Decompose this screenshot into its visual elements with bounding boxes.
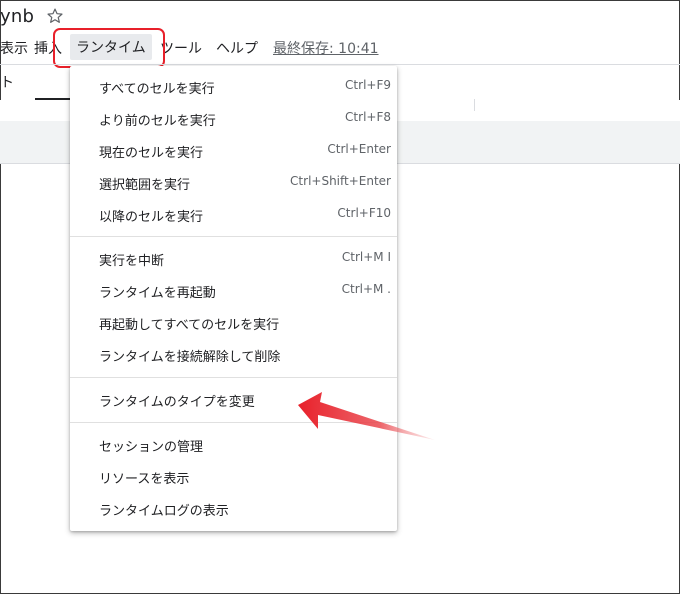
menu-item-label: 再起動してすべてのセルを実行 [99,318,280,333]
menu-item-run-all[interactable]: すべてのセルを実行 Ctrl+F9 [70,72,397,100]
menu-item-label: より前のセルを実行 [99,114,216,129]
menu-item-interrupt[interactable]: 実行を中断 Ctrl+M I [70,244,397,272]
menu-item-shortcut: Ctrl+M . [341,282,391,296]
menu-item-label: セッションの管理 [99,440,204,455]
menu-item-label: 現在のセルを実行 [99,146,204,161]
menu-item-label: ランタイムを接続解除して削除 [99,350,281,365]
menu-item-run-selection[interactable]: 選択範囲を実行 Ctrl+Shift+Enter [70,168,397,196]
menu-divider [70,236,397,237]
menu-item-shortcut: Ctrl+F8 [345,110,391,124]
menu-item-shortcut: Ctrl+M I [341,250,391,264]
menu-item-shortcut: Ctrl+F9 [345,78,391,92]
star-icon[interactable] [46,7,64,29]
menu-item-shortcut: Ctrl+Enter [327,142,391,156]
menu-item-shortcut: Ctrl+Shift+Enter [290,174,391,188]
menu-item-label: ランタイムを再起動 [99,286,216,301]
menu-item-label: リソースを表示 [99,472,190,487]
menu-item-restart-run-all[interactable]: 再起動してすべてのセルを実行 [70,308,397,336]
menu-item-disconnect-delete[interactable]: ランタイムを接続解除して削除 [70,340,397,368]
toolbar-separator [474,99,475,111]
menu-item-run-after[interactable]: 以降のセルを実行 Ctrl+F10 [70,200,397,228]
menu-tools[interactable]: ツール [160,38,202,58]
menu-item-run-current[interactable]: 現在のセルを実行 Ctrl+Enter [70,136,397,164]
menu-item-label: ランタイムのタイプを変更 [99,395,255,410]
toolbar-partial-label[interactable]: ト [0,72,14,92]
annotation-highlight-box [53,28,165,68]
toolbar-divider [0,64,680,65]
menu-item-run-before[interactable]: より前のセルを実行 Ctrl+F8 [70,104,397,132]
last-saved-link[interactable]: 最終保存: 10:41 [273,38,379,58]
menu-item-shortcut: Ctrl+F10 [337,206,391,220]
menu-view[interactable]: 表示 [0,38,28,58]
menu-help[interactable]: ヘルプ [216,38,258,58]
menu-divider [70,377,397,378]
runtime-dropdown-menu: すべてのセルを実行 Ctrl+F9 より前のセルを実行 Ctrl+F8 現在のセ… [70,66,397,531]
red-arrow-icon [298,392,435,440]
menu-item-view-resources[interactable]: リソースを表示 [70,462,397,490]
menu-item-label: 以降のセルを実行 [99,210,204,225]
menu-item-label: すべてのセルを実行 [99,82,215,97]
menu-item-view-runtime-logs[interactable]: ランタイムログの表示 [70,494,397,522]
menu-item-label: 実行を中断 [99,254,165,269]
menu-item-label: 選択範囲を実行 [99,178,191,193]
menu-item-restart[interactable]: ランタイムを再起動 Ctrl+M . [70,276,397,304]
menu-item-label: ランタイムログの表示 [99,504,229,519]
notebook-title[interactable]: ynb [0,6,34,27]
